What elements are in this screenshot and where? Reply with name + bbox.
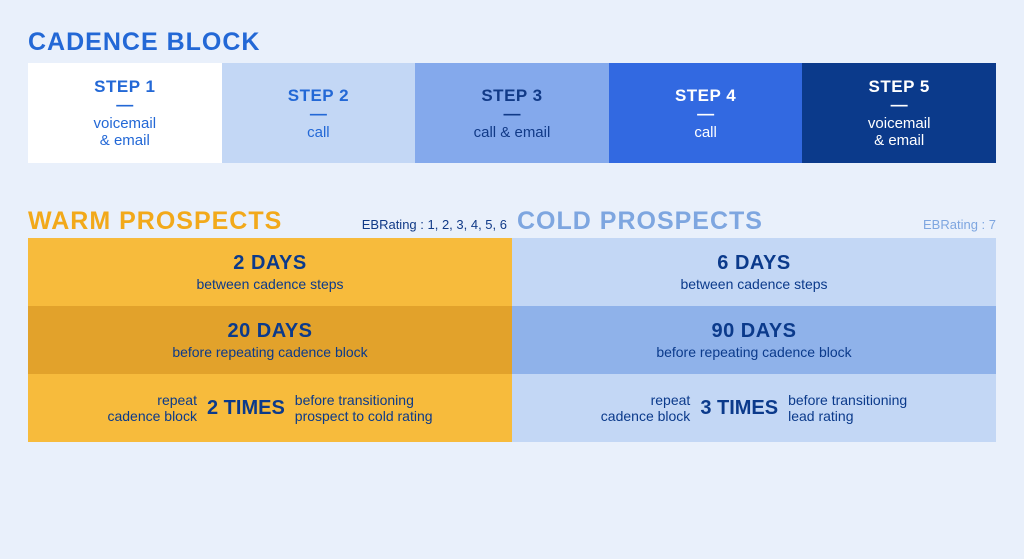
- step-desc: call: [694, 124, 717, 141]
- warm-before-repeat: 20 DAYS before repeating cadence block: [28, 306, 512, 374]
- label: before repeating cadence block: [656, 344, 851, 360]
- step-dash: —: [503, 108, 520, 120]
- value: 20 DAYS: [227, 320, 312, 343]
- step-dash: —: [891, 99, 908, 111]
- cold-between-steps: 6 DAYS between cadence steps: [512, 238, 996, 306]
- label-left: repeatcadence block: [107, 392, 197, 424]
- value: 2 TIMES: [207, 397, 285, 420]
- prospects-headers: WARM PROSPECTS EBRating : 1, 2, 3, 4, 5,…: [28, 207, 996, 236]
- value: 6 DAYS: [717, 252, 790, 275]
- cadence-step-5: STEP 5 — voicemail& email: [802, 63, 996, 163]
- cold-prospects-title: COLD PROSPECTS: [517, 207, 763, 236]
- step-title: STEP 2: [288, 86, 349, 106]
- step-desc: voicemail& email: [94, 115, 157, 149]
- cadence-step-2: STEP 2 — call: [222, 63, 416, 163]
- cold-repeat-times: repeatcadence block 3 TIMES before trans…: [512, 374, 996, 442]
- step-title: STEP 3: [481, 86, 542, 106]
- step-title: STEP 4: [675, 86, 736, 106]
- cold-header: COLD PROSPECTS EBRating : 7: [507, 207, 996, 236]
- label: before repeating cadence block: [172, 344, 367, 360]
- step-desc: call: [307, 124, 330, 141]
- step-dash: —: [116, 99, 133, 111]
- step-dash: —: [310, 108, 327, 120]
- step-title: STEP 5: [869, 77, 930, 97]
- warm-ebrating: EBRating : 1, 2, 3, 4, 5, 6: [362, 217, 507, 232]
- cold-before-repeat: 90 DAYS before repeating cadence block: [512, 306, 996, 374]
- prospects-grid: 2 DAYS between cadence steps 6 DAYS betw…: [28, 238, 996, 442]
- value: 2 DAYS: [233, 252, 306, 275]
- label-left: repeatcadence block: [601, 392, 691, 424]
- cadence-block-title: CADENCE BLOCK: [28, 28, 996, 57]
- cadence-step-3: STEP 3 — call & email: [415, 63, 609, 163]
- warm-header: WARM PROSPECTS EBRating : 1, 2, 3, 4, 5,…: [28, 207, 507, 236]
- label: between cadence steps: [196, 276, 343, 292]
- warm-repeat-times: repeatcadence block 2 TIMES before trans…: [28, 374, 512, 442]
- step-desc: voicemail& email: [868, 115, 931, 149]
- value: 3 TIMES: [700, 397, 778, 420]
- step-title: STEP 1: [94, 77, 155, 97]
- label-right: before transitioningprospect to cold rat…: [295, 392, 433, 424]
- warm-prospects-title: WARM PROSPECTS: [28, 207, 282, 236]
- step-dash: —: [697, 108, 714, 120]
- label-right: before transitioninglead rating: [788, 392, 907, 424]
- value: 90 DAYS: [711, 320, 796, 343]
- step-desc: call & email: [474, 124, 551, 141]
- cadence-step-1: STEP 1 — voicemail& email: [28, 63, 222, 163]
- cadence-steps-row: STEP 1 — voicemail& email STEP 2 — call …: [28, 63, 996, 163]
- warm-between-steps: 2 DAYS between cadence steps: [28, 238, 512, 306]
- cold-ebrating: EBRating : 7: [923, 217, 996, 232]
- cadence-step-4: STEP 4 — call: [609, 63, 803, 163]
- label: between cadence steps: [680, 276, 827, 292]
